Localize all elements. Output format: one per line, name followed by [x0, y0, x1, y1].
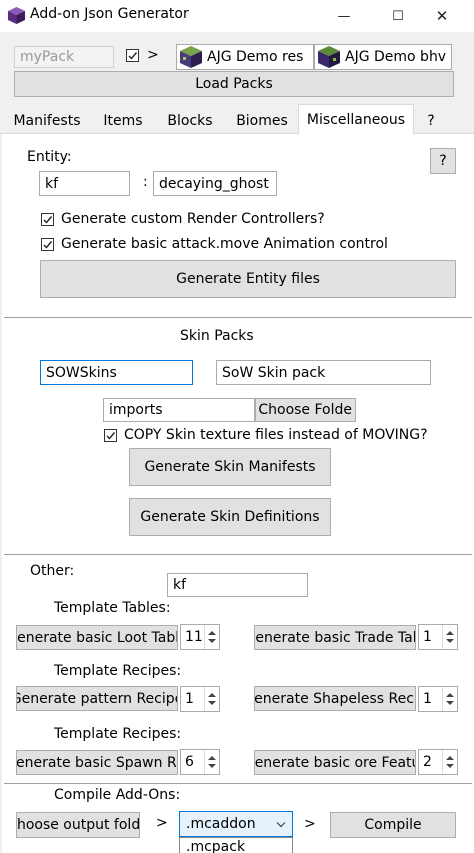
namespace-separator: :: [143, 174, 148, 190]
checkmark-icon: [106, 432, 116, 440]
render-controllers-checkbox[interactable]: [41, 213, 54, 226]
section-divider: [4, 554, 472, 556]
close-button[interactable]: ✕: [420, 0, 464, 32]
compile-button[interactable]: Compile: [330, 812, 456, 838]
choose-skin-folder-button[interactable]: or Choose Folde: [255, 398, 356, 422]
chevron-down-icon: [276, 818, 286, 828]
generate-pattern-recipe-button[interactable]: Generate pattern Recipe: [16, 686, 178, 711]
tab-blocks[interactable]: Blocks: [158, 107, 222, 134]
spin-up-icon[interactable]: [208, 693, 216, 697]
ore-feature-count: 2: [423, 754, 432, 770]
spin-down-icon[interactable]: [446, 639, 454, 643]
resource-pack-icon: [180, 46, 202, 68]
spin-up-icon[interactable]: [446, 631, 454, 635]
app-icon: [8, 7, 25, 24]
compile-heading: Compile Add-Ons:: [54, 787, 181, 803]
spawn-rule-count: 6: [185, 754, 194, 770]
compile-arrow-2: >: [304, 816, 316, 832]
pattern-recipe-count: 1: [185, 691, 194, 707]
trade-table-count: 1: [423, 629, 432, 645]
attack-animation-label: Generate basic attack.move Animation con…: [61, 236, 388, 252]
output-format-dropdown[interactable]: .mcaddon: [179, 811, 293, 837]
choose-output-folder-button[interactable]: Choose output folde: [16, 812, 140, 838]
generate-shapeless-recipe-button[interactable]: Generate Shapeless Recip: [254, 686, 416, 711]
skin-folder-input[interactable]: imports: [103, 398, 255, 422]
tab-miscellaneous[interactable]: Miscellaneous: [298, 104, 414, 135]
tab-biomes[interactable]: Biomes: [226, 107, 298, 134]
output-format-option-mcpack[interactable]: .mcpack: [179, 837, 293, 853]
maximize-button[interactable]: ☐: [376, 0, 420, 32]
entity-help-button[interactable]: ?: [430, 148, 456, 174]
loot-table-count-spinner[interactable]: 11: [180, 624, 220, 650]
template-recipes-label-2: Template Recipes:: [54, 726, 182, 742]
tab-items[interactable]: Items: [92, 107, 154, 134]
generate-trade-table-button[interactable]: Generate basic Trade Tabl: [254, 625, 416, 650]
checkmark-icon: [128, 52, 138, 60]
window-title: Add-on Json Generator: [30, 6, 189, 22]
ore-feature-count-spinner[interactable]: 2: [418, 749, 458, 775]
trade-table-count-spinner[interactable]: 1: [418, 624, 458, 650]
pattern-recipe-count-spinner[interactable]: 1: [180, 686, 220, 712]
attack-animation-checkbox[interactable]: [41, 238, 54, 251]
spin-down-icon[interactable]: [208, 764, 216, 768]
title-bar: Add-on Json Generator — ☐ ✕: [0, 0, 474, 32]
skin-pack-name-input[interactable]: SoW Skin pack: [216, 360, 431, 385]
entity-name-input[interactable]: decaying_ghost: [153, 171, 277, 196]
shapeless-recipe-count-spinner[interactable]: 1: [418, 686, 458, 712]
generate-loot-table-button[interactable]: Generate basic Loot Table: [16, 625, 178, 650]
minimize-button[interactable]: —: [322, 0, 366, 32]
spin-up-icon[interactable]: [208, 631, 216, 635]
shapeless-recipe-count: 1: [423, 691, 432, 707]
template-recipes-label: Template Recipes:: [54, 663, 182, 679]
checkmark-icon: [43, 216, 53, 224]
link-packs-checkbox[interactable]: [126, 49, 139, 62]
pack-name-input[interactable]: myPack: [14, 46, 114, 68]
load-packs-button[interactable]: Load Packs: [14, 71, 454, 97]
entity-heading: Entity:: [27, 149, 72, 165]
generate-entity-files-button[interactable]: Generate Entity files: [40, 260, 456, 298]
other-heading: Other:: [30, 563, 75, 579]
generate-skin-definitions-button[interactable]: Generate Skin Definitions: [129, 498, 331, 536]
tab-help[interactable]: ?: [418, 107, 444, 134]
spin-down-icon[interactable]: [446, 764, 454, 768]
spin-down-icon[interactable]: [208, 701, 216, 705]
behavior-pack-field[interactable]: AJG Demo bhv: [314, 44, 452, 70]
copy-skins-label: COPY Skin texture files instead of MOVIN…: [124, 427, 428, 443]
section-divider: [4, 783, 472, 785]
spawn-rule-count-spinner[interactable]: 6: [180, 749, 220, 775]
generate-skin-manifests-button[interactable]: Generate Skin Manifests: [129, 448, 331, 486]
link-arrow: >: [147, 47, 159, 63]
generate-spawn-rule-button[interactable]: Generate basic Spawn Rul: [16, 750, 178, 775]
spin-down-icon[interactable]: [208, 639, 216, 643]
spin-up-icon[interactable]: [208, 756, 216, 760]
render-controllers-label: Generate custom Render Controllers?: [61, 211, 325, 227]
resource-pack-name: AJG Demo res: [207, 49, 304, 65]
other-namespace-input[interactable]: kf: [167, 573, 308, 597]
checkmark-icon: [43, 241, 53, 249]
output-format-selected: .mcaddon: [186, 816, 256, 832]
skin-packs-heading: Skin Packs: [180, 328, 254, 344]
compile-arrow-1: >: [156, 815, 168, 831]
behavior-pack-name: AJG Demo bhv: [345, 49, 447, 65]
spin-down-icon[interactable]: [446, 701, 454, 705]
tab-manifests[interactable]: Manifests: [4, 107, 90, 134]
behavior-pack-icon: [318, 46, 340, 68]
skin-pack-id-input[interactable]: SOWSkins: [40, 360, 193, 385]
spin-up-icon[interactable]: [446, 756, 454, 760]
resource-pack-field[interactable]: AJG Demo res: [176, 44, 314, 70]
template-tables-label: Template Tables:: [54, 600, 171, 616]
tab-bar: Manifests Items Blocks Biomes Miscellane…: [0, 104, 474, 135]
loot-table-count: 11: [185, 629, 203, 645]
generate-ore-feature-button[interactable]: Generate basic ore Featur: [254, 750, 416, 775]
copy-skins-checkbox[interactable]: [104, 429, 117, 442]
spin-up-icon[interactable]: [446, 693, 454, 697]
entity-namespace-input[interactable]: kf: [39, 171, 130, 196]
section-divider: [4, 317, 472, 319]
